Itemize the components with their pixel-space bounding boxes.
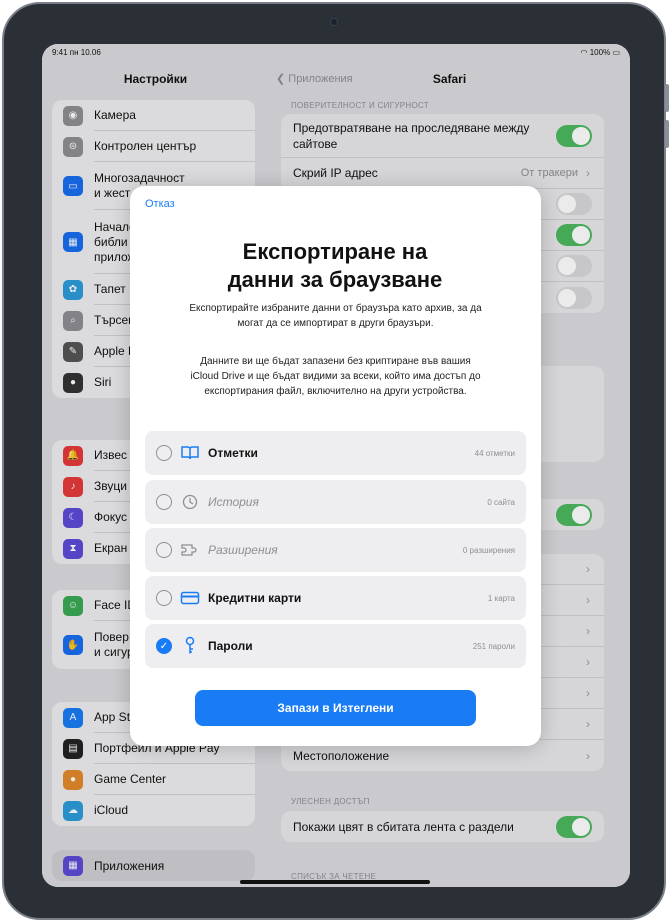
radio-circle [156,494,172,510]
radio-circle[interactable] [156,590,172,606]
option-count: 0 сайта [487,497,515,507]
credit-card-icon [178,590,202,606]
option-count: 0 разширения [462,545,515,555]
option-count: 1 карта [487,593,515,603]
extension-icon [178,542,202,558]
modal-warning: Данните ви ще бъдат запазени без криптир… [190,356,481,397]
checkmark-icon[interactable]: ✓ [156,638,172,654]
home-indicator [240,880,430,884]
volume-up-button [665,84,669,112]
option-label: История [208,495,259,509]
modal-description: Експортирайте избраните данни от браузър… [189,303,482,329]
book-icon [178,445,202,461]
save-to-downloads-button[interactable]: Запази в Изтеглени [195,690,476,726]
export-option-extension: Разширения 0 разширения [145,528,526,572]
radio-circle[interactable] [156,445,172,461]
export-option-clock: История 0 сайта [145,480,526,524]
option-label: Разширения [208,543,278,557]
key-icon [178,636,202,656]
export-option-key[interactable]: ✓ Пароли 251 пароли [145,624,526,668]
export-option-book[interactable]: Отметки 44 отметки [145,431,526,475]
clock-icon [178,494,202,510]
export-option-credit-card[interactable]: Кредитни карти 1 карта [145,576,526,620]
export-modal: Отказ Експортиране на данни за браузване… [130,186,541,746]
radio-circle [156,542,172,558]
option-label: Отметки [208,446,258,460]
cancel-button[interactable]: Отказ [145,198,175,210]
modal-title: Експортиране на данни за браузване [227,239,443,292]
volume-down-button [665,120,669,148]
option-count: 251 пароли [472,641,515,651]
option-count: 44 отметки [474,448,515,458]
option-label: Кредитни карти [208,591,302,605]
front-camera [330,18,338,26]
ipad-frame: Настройки ◉ Камера ⊜ Контролен център ▭ Много… [2,2,669,920]
option-label: Пароли [208,639,253,653]
